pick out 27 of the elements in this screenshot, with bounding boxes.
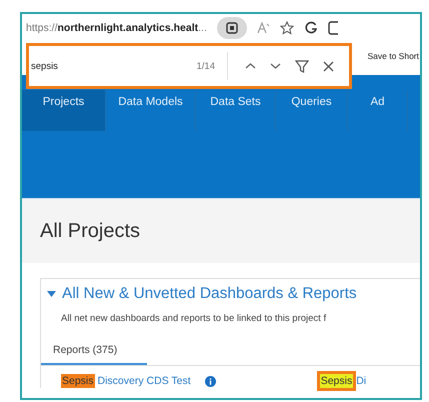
page-title: All Projects — [40, 220, 140, 242]
report-link[interactable]: Di — [356, 375, 366, 387]
nav-tab[interactable]: Data Sets — [196, 90, 276, 131]
find-field[interactable]: sepsis — [31, 60, 196, 72]
reports-tab[interactable]: Reports (375) — [41, 336, 147, 365]
info-icon[interactable] — [204, 376, 216, 386]
section-title[interactable]: All New & Unvetted Dashboards & Reports — [62, 285, 357, 303]
nav-tab[interactable]: Ad — [348, 90, 408, 131]
previous-match-icon[interactable] — [245, 62, 256, 70]
report-link[interactable]: Discovery CDS Test — [98, 375, 191, 387]
search-highlight: Sepsis — [61, 374, 95, 388]
section-description: All net new dashboards and reports to be linked to this project f — [60, 312, 328, 324]
app-icon — [226, 22, 238, 34]
nav-tab[interactable]: Projects — [22, 90, 106, 131]
next-match-icon[interactable] — [270, 62, 281, 70]
app-available-button[interactable] — [216, 17, 247, 39]
star-icon[interactable] — [280, 21, 294, 35]
read-aloud-icon[interactable] — [256, 22, 270, 34]
search-highlight: Sepsis — [320, 374, 354, 388]
close-icon[interactable] — [323, 60, 334, 72]
favorites-item[interactable]: Save to Short — [367, 51, 419, 61]
nav-tab[interactable]: Queries — [276, 90, 348, 131]
filter-icon[interactable] — [295, 60, 309, 72]
caret-icon[interactable] — [47, 290, 56, 298]
match-count: 1/14 — [196, 60, 215, 72]
url-text[interactable]: https://northernlight.analytics.healt... — [26, 22, 207, 34]
nav-tab[interactable]: Data Models — [106, 90, 196, 131]
